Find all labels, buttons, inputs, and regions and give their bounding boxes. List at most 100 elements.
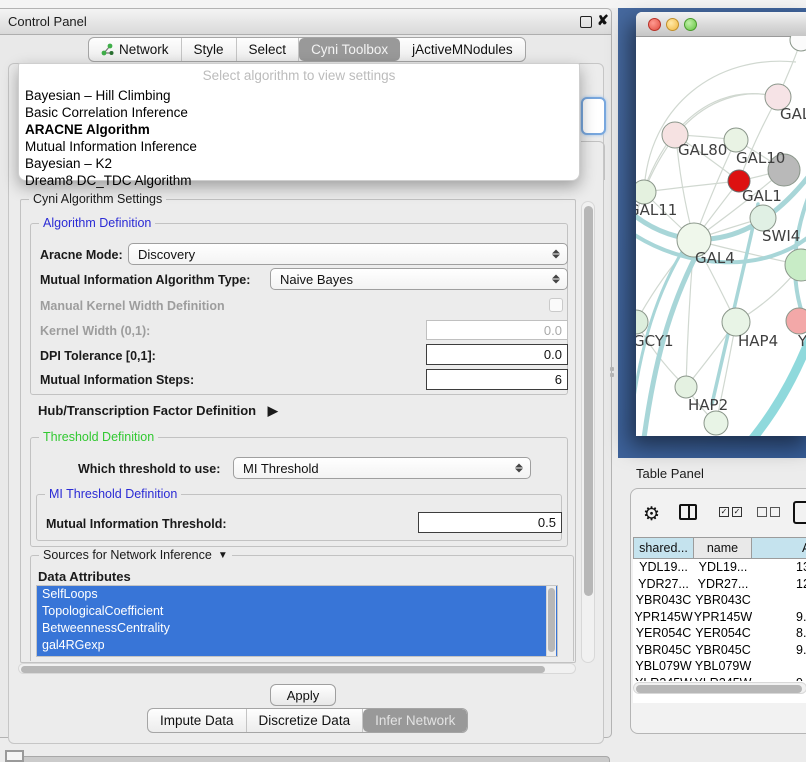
data-attributes-list[interactable]: SelfLoopsTopologicalCoefficientBetweenne…: [36, 585, 558, 657]
table-cell[interactable]: YDL19...: [694, 559, 752, 576]
network-node[interactable]: [636, 310, 648, 334]
mi-steps-field[interactable]: 6: [426, 369, 568, 390]
table-cell[interactable]: 9.: [752, 609, 806, 626]
dropdown-item[interactable]: Mutual Information Inference: [19, 138, 579, 155]
tab-cyni-toolbox[interactable]: Cyni Toolbox: [299, 38, 400, 61]
dropdown-item-list: Bayesian – Hill ClimbingBasic Correlatio…: [19, 87, 579, 189]
table-cell[interactable]: YDR27...: [633, 576, 694, 593]
mi-type-combo[interactable]: Naive Bayes: [270, 268, 568, 290]
tab-impute-data[interactable]: Impute Data: [148, 709, 247, 732]
tab-network[interactable]: Network: [89, 38, 182, 61]
table-cell[interactable]: 9.: [752, 675, 806, 682]
table-row[interactable]: YBL079WYBL079W: [633, 658, 806, 675]
columns-icon[interactable]: [679, 504, 697, 520]
table-cell[interactable]: 8.: [752, 625, 806, 642]
dropdown-item[interactable]: ARACNE Algorithm: [19, 121, 579, 138]
table-cell[interactable]: YBL079W: [694, 658, 752, 675]
unchecked-pair-icon[interactable]: [757, 507, 780, 517]
mac-minimize-button[interactable]: [666, 18, 679, 31]
column-header-partial[interactable]: A: [752, 537, 806, 559]
dropdown-item[interactable]: Basic Correlation Inference: [19, 104, 579, 121]
network-canvas[interactable]: GALGAL80GAL10GAL1GAL11SWI4GAL4GCY1HAP4YH…: [636, 36, 806, 436]
table-cell[interactable]: YBR045C: [633, 642, 694, 659]
table-cell[interactable]: YLR345W: [633, 675, 694, 682]
table-rows[interactable]: YDL19...YDL19...13YDR27...YDR27...12YBR0…: [633, 559, 806, 681]
attribute-list-item[interactable]: TopologicalCoefficient: [37, 603, 557, 620]
table-cell[interactable]: [752, 592, 806, 609]
splitter-handle[interactable]: [609, 367, 615, 379]
dpi-tolerance-field[interactable]: 0.0: [426, 344, 568, 365]
kernel-width-label: Kernel Width (0,1):: [40, 324, 150, 338]
dropdown-hint: Select algorithm to view settings: [19, 68, 579, 87]
table-cell[interactable]: YDR27...: [694, 576, 752, 593]
tab-style[interactable]: Style: [182, 38, 237, 61]
tab-discretize-data[interactable]: Discretize Data: [247, 709, 364, 732]
table-cell[interactable]: YDL19...: [633, 559, 694, 576]
table-cell[interactable]: YBR045C: [694, 642, 752, 659]
table-cell[interactable]: YBR043C: [633, 592, 694, 609]
manual-kernel-checkbox[interactable]: [549, 298, 563, 312]
expander-down-icon[interactable]: ▼: [218, 550, 228, 561]
table-cell[interactable]: YBR043C: [694, 592, 752, 609]
mi-threshold-field[interactable]: 0.5: [418, 512, 562, 533]
which-threshold-combo[interactable]: MI Threshold: [233, 457, 531, 479]
table-cell[interactable]: YER054C: [633, 625, 694, 642]
kernel-width-field[interactable]: 0.0: [426, 320, 568, 340]
tab-select[interactable]: Select: [237, 38, 300, 61]
network-node[interactable]: [786, 308, 806, 334]
column-header-name[interactable]: name: [694, 537, 752, 559]
table-cell[interactable]: 12: [752, 576, 806, 593]
column-header-shared-name[interactable]: shared...: [633, 537, 694, 559]
table-cell[interactable]: 13: [752, 559, 806, 576]
network-node[interactable]: [675, 376, 697, 398]
network-node[interactable]: [704, 411, 728, 435]
table-row[interactable]: YLR345WYLR345W9.: [633, 675, 806, 682]
sources-group-title[interactable]: Sources for Network Inference ▼: [39, 548, 232, 562]
table-cell[interactable]: YLR345W: [694, 675, 752, 682]
table-cell[interactable]: YPR145W: [694, 609, 752, 626]
table-row[interactable]: YDL19...YDL19...13: [633, 559, 806, 576]
tab-infer-network[interactable]: Infer Network: [363, 709, 467, 732]
node-attribute-table[interactable]: shared... name A YDL19...YDL19...13YDR27…: [633, 537, 806, 703]
hub-definition-expander[interactable]: Hub/Transcription Factor Definition ▶: [38, 403, 278, 419]
table-cell[interactable]: YBL079W: [633, 658, 694, 675]
table-cell[interactable]: 9.: [752, 642, 806, 659]
dropdown-item[interactable]: Bayesian – K2: [19, 155, 579, 172]
table-hscrollbar[interactable]: [633, 682, 806, 694]
network-node[interactable]: [790, 36, 806, 51]
gear-icon[interactable]: ⚙: [643, 503, 660, 526]
dropdown-item[interactable]: Dream8 DC_TDC Algorithm: [19, 172, 579, 189]
table-row[interactable]: YER054CYER054C8.: [633, 625, 806, 642]
table-cell[interactable]: [752, 658, 806, 675]
document-icon[interactable]: [793, 501, 806, 524]
mac-zoom-button[interactable]: [684, 18, 697, 31]
network-window-titlebar[interactable]: [636, 12, 806, 37]
checked-pair-icon[interactable]: ✓ ✓: [719, 507, 742, 517]
network-node-label: GAL11: [636, 201, 677, 219]
attr-list-vscrollbar[interactable]: [546, 586, 556, 656]
dropdown-item[interactable]: Bayesian – Hill Climbing: [19, 87, 579, 104]
panel-border-fragment: [581, 141, 605, 180]
settings-hscrollbar[interactable]: [18, 663, 576, 674]
float-window-icon[interactable]: [580, 16, 592, 28]
attribute-list-item[interactable]: SelfLoops: [37, 586, 557, 603]
close-icon[interactable]: ✘: [597, 12, 609, 29]
expander-right-icon[interactable]: ▶: [268, 403, 278, 418]
tab-jactivemnodules[interactable]: jActiveMNodules: [400, 38, 525, 61]
floating-tool-square[interactable]: [5, 750, 24, 762]
table-cell[interactable]: YPR145W: [633, 609, 694, 626]
attribute-list-item[interactable]: BetweennessCentrality: [37, 620, 557, 637]
attribute-list-item[interactable]: gal4RGexp: [37, 637, 557, 654]
mac-close-button[interactable]: [648, 18, 661, 31]
table-row[interactable]: YBR045CYBR045C9.: [633, 642, 806, 659]
control-panel-titlebar[interactable]: Control Panel ✘: [0, 9, 611, 35]
table-cell[interactable]: YER054C: [694, 625, 752, 642]
inference-algorithm-combo-fragment[interactable]: [581, 97, 606, 135]
table-row[interactable]: YDR27...YDR27...12: [633, 576, 806, 593]
network-node[interactable]: [785, 249, 806, 281]
aracne-mode-combo[interactable]: Discovery: [128, 243, 568, 265]
settings-vscrollbar[interactable]: [581, 201, 595, 663]
table-row[interactable]: YPR145WYPR145W9.: [633, 609, 806, 626]
table-row[interactable]: YBR043CYBR043C: [633, 592, 806, 609]
apply-button[interactable]: Apply: [270, 684, 336, 706]
